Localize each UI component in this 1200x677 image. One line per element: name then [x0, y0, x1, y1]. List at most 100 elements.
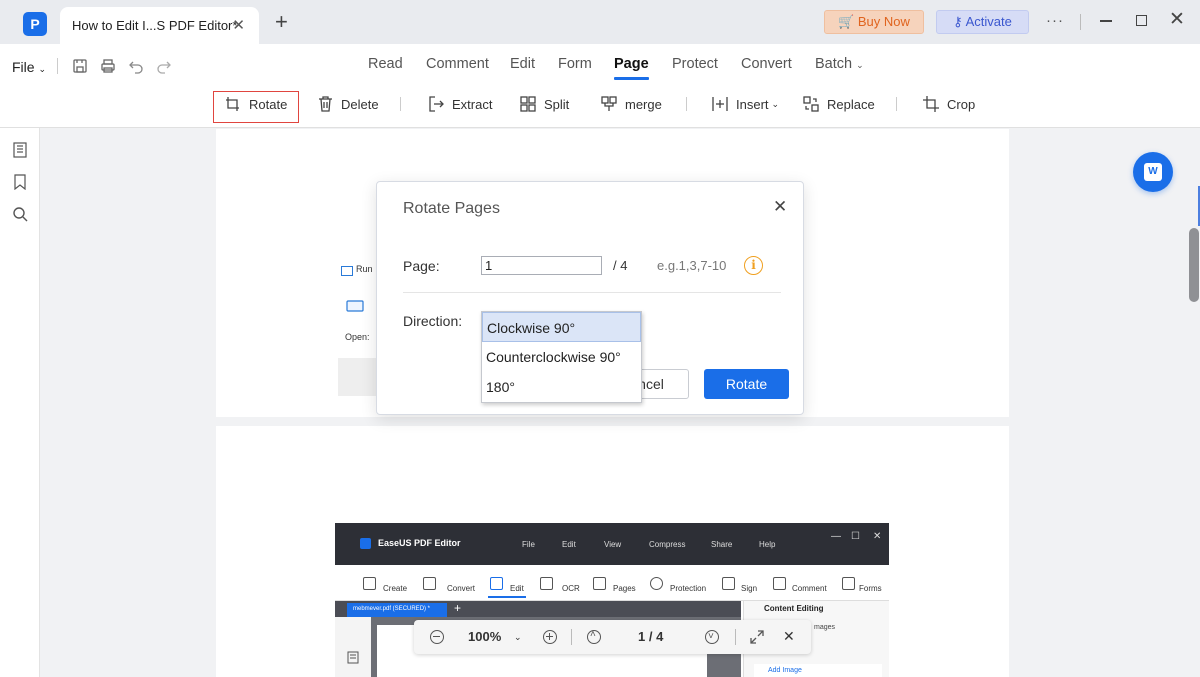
next-page-icon[interactable]: ˅ [705, 630, 719, 644]
quick-access-separator [57, 58, 58, 74]
close-zoombar-icon[interactable]: ✕ [783, 628, 795, 645]
fullscreen-icon[interactable] [750, 630, 764, 644]
menu-batch[interactable]: Batch ⌄ [815, 56, 864, 72]
merge-label: merge [625, 96, 662, 112]
direction-option-180[interactable]: 180° [482, 372, 641, 402]
print-icon[interactable] [100, 58, 116, 74]
new-tab-button[interactable]: + [275, 11, 288, 33]
toolbar-separator [896, 97, 897, 111]
delete-label: Delete [341, 96, 379, 112]
chevron-down-icon: ⌄ [856, 60, 864, 70]
rotate-icon [226, 97, 239, 111]
split-label: Split [544, 96, 570, 112]
delete-button[interactable]: Delete [318, 84, 379, 124]
comment-icon [773, 577, 786, 590]
split-button[interactable]: Split [520, 84, 569, 124]
embedded-menu-share: Share [711, 540, 733, 549]
redo-icon[interactable] [156, 58, 172, 74]
page-range-hint: e.g.1,3,7-10 [657, 258, 727, 273]
toolbar-separator [686, 97, 687, 111]
dialog-title: Rotate Pages [403, 200, 500, 217]
embedded-tool-comment: Comment [792, 584, 827, 593]
toolbar-separator [400, 97, 401, 111]
replace-icon [803, 96, 819, 112]
buy-now-button[interactable]: 🛒 Buy Now [824, 10, 924, 34]
protection-icon [650, 577, 663, 590]
zoom-level[interactable]: 100% [468, 629, 501, 644]
replace-label: Replace [827, 96, 875, 112]
embedded-tool-protection: Protection [670, 584, 707, 593]
rotate-button[interactable]: Rotate [225, 84, 287, 124]
edit-icon [490, 577, 503, 590]
menu-protect[interactable]: Protect [672, 56, 718, 72]
direction-option-clockwise[interactable]: Clockwise 90° [482, 312, 641, 342]
word-icon: W [1144, 163, 1162, 181]
undo-icon[interactable] [128, 58, 144, 74]
title-separator [1080, 14, 1081, 30]
embedded-menu-file: File [522, 540, 535, 549]
insert-label: Insert [736, 96, 769, 112]
zoom-chevron-icon[interactable]: ⌄ [514, 632, 522, 643]
active-menu-indicator [614, 77, 649, 80]
file-menu[interactable]: File ⌄ [12, 59, 46, 75]
maximize-button[interactable] [1136, 15, 1147, 26]
activate-button[interactable]: ⚷ Activate [936, 10, 1029, 34]
merge-button[interactable]: merge [601, 84, 662, 124]
thumbnail-run-label: Run [356, 264, 373, 274]
rotate-label: Rotate [249, 96, 288, 112]
menu-comment[interactable]: Comment [426, 56, 489, 72]
page-label: Page: [403, 258, 440, 274]
direction-option-counterclockwise[interactable]: Counterclockwise 90° [482, 342, 641, 372]
replace-button[interactable]: Replace [803, 84, 875, 124]
search-icon[interactable] [12, 206, 28, 222]
embedded-menu-view: View [604, 540, 622, 549]
tab-close-icon[interactable]: ✕ [232, 16, 245, 34]
embedded-close: ✕ [873, 531, 882, 542]
embedded-tool-pages: Pages [613, 584, 636, 593]
zoom-out-icon[interactable] [430, 630, 444, 644]
app-logo-icon: P [23, 12, 47, 36]
direction-label: Direction: [403, 313, 463, 329]
page-range-input[interactable] [481, 256, 602, 275]
embedded-maximize: ☐ [851, 531, 860, 542]
window-icon [346, 300, 364, 312]
menu-convert[interactable]: Convert [741, 56, 792, 72]
crop-button[interactable]: Crop [923, 84, 975, 124]
menu-form[interactable]: Form [558, 56, 592, 72]
embedded-tool-sign: Sign [741, 584, 758, 593]
save-icon[interactable] [72, 58, 88, 74]
previous-page-icon[interactable]: ˄ [587, 629, 601, 644]
embedded-add-image: Add Image [754, 664, 882, 677]
embedded-menu-compress: Compress [649, 540, 686, 549]
chevron-down-icon: ⌄ [38, 64, 46, 74]
convert-to-word-button[interactable]: W [1133, 152, 1173, 192]
more-options-button[interactable]: ··· [1046, 12, 1064, 29]
menu-bar: File ⌄ Read Comment Edit Form Page Prote… [0, 44, 1200, 84]
zoom-separator [571, 629, 572, 645]
embedded-tool-convert: Convert [447, 584, 476, 593]
thumbnails-icon[interactable] [12, 142, 28, 158]
ocr-icon [540, 577, 553, 590]
vertical-scrollbar-thumb[interactable] [1189, 228, 1199, 302]
zoom-in-icon[interactable] [543, 630, 557, 644]
insert-button[interactable]: Insert ⌄ [712, 84, 779, 124]
document-tab[interactable]: How to Edit I...S PDF Editor* ✕ [60, 7, 259, 44]
menu-read[interactable]: Read [368, 56, 403, 72]
direction-dropdown[interactable]: Clockwise 90° Counterclockwise 90° 180° [481, 311, 642, 403]
key-icon: ⚷ [953, 14, 963, 29]
page-indicator[interactable]: 1 / 4 [638, 629, 663, 644]
extract-button[interactable]: Extract [428, 84, 492, 124]
dialog-close-icon[interactable]: ✕ [773, 198, 787, 216]
zoom-separator [735, 629, 736, 645]
extract-icon [429, 96, 444, 112]
window-close-button[interactable]: ✕ [1169, 10, 1185, 30]
rotate-confirm-button[interactable]: Rotate [704, 369, 789, 399]
info-icon[interactable]: i [744, 256, 763, 275]
forms-icon [842, 577, 855, 590]
embedded-content-editing: Content Editing [764, 604, 824, 613]
crop-icon [923, 96, 939, 112]
bookmark-icon[interactable] [12, 174, 28, 190]
menu-page[interactable]: Page [614, 56, 649, 72]
menu-edit[interactable]: Edit [510, 56, 535, 72]
minimize-button[interactable] [1100, 20, 1112, 22]
